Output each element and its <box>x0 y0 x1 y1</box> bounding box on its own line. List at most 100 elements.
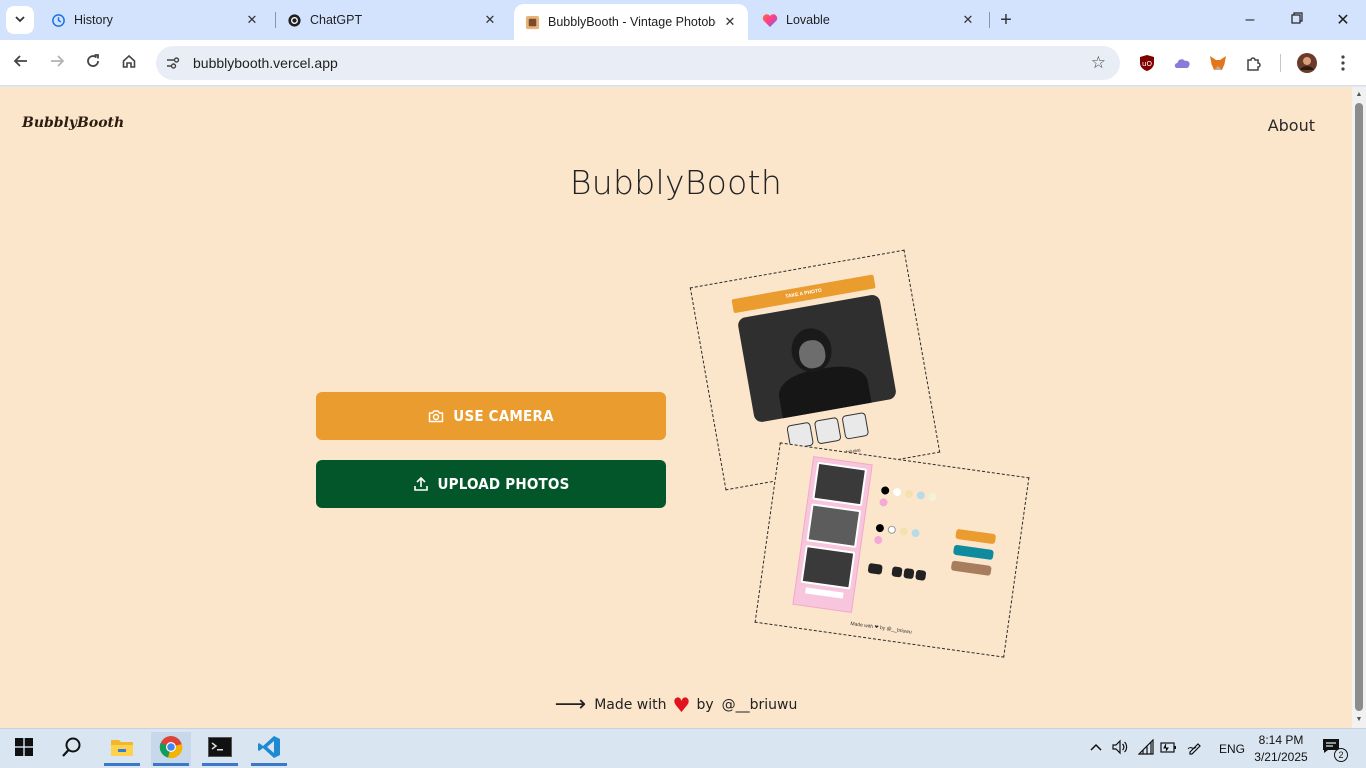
use-camera-button[interactable]: USE CAMERA <box>316 392 666 440</box>
notification-count-badge: 2 <box>1334 748 1348 762</box>
page-viewport: BubblyBooth About BubblyBooth USE CAMERA… <box>0 87 1352 728</box>
windows-taskbar: ENG 8:14 PM 3/21/2025 2 <box>0 728 1366 768</box>
by-text: by <box>696 697 714 713</box>
url-text: bubblybooth.vercel.app <box>193 55 338 71</box>
site-info-icon[interactable] <box>164 54 182 72</box>
close-icon: ✕ <box>1336 12 1350 29</box>
chevron-down-icon <box>14 13 26 28</box>
preview-download-pill <box>952 544 994 561</box>
upload-icon <box>413 476 429 492</box>
home-icon <box>121 53 137 74</box>
tab-lovable[interactable]: Lovable ✕ <box>752 4 986 36</box>
lovable-heart-icon <box>762 12 778 28</box>
customization-options-preview <box>864 468 951 606</box>
page-title: BubblyBooth <box>569 163 783 202</box>
svg-text:uO: uO <box>1142 60 1152 68</box>
ublock-extension-icon[interactable]: uO <box>1136 52 1158 74</box>
browser-menu-icon[interactable] <box>1332 52 1354 74</box>
bookmark-star-icon[interactable]: ☆ <box>1091 53 1106 73</box>
upload-photos-label: UPLOAD PHOTOS <box>437 475 570 493</box>
chatgpt-logo-icon <box>286 12 302 28</box>
arrow-right-icon: ⟶ <box>554 692 587 717</box>
preview-footer-text: Made with ❤ by @__briuwu <box>849 620 913 636</box>
photostrip-preview-card: Made with ❤ by @__briuwu <box>754 442 1030 658</box>
battery-icon[interactable] <box>1160 739 1178 758</box>
tab-title: Lovable <box>786 13 830 27</box>
preview-photo-pill <box>950 560 992 576</box>
search-icon <box>61 736 83 763</box>
taskbar-terminal[interactable] <box>200 732 240 766</box>
home-button[interactable] <box>116 50 142 76</box>
arrow-right-icon <box>49 53 65 74</box>
minimize-icon: – <box>1245 11 1255 28</box>
address-bar[interactable]: bubblybooth.vercel.app ☆ <box>156 46 1120 80</box>
bubblybooth-favicon-icon <box>524 14 540 30</box>
close-icon[interactable]: ✕ <box>244 12 260 28</box>
close-icon[interactable]: ✕ <box>482 12 498 28</box>
restore-icon <box>1291 11 1303 29</box>
clock-date: 3/21/2025 <box>1254 750 1308 764</box>
clock-time: 8:14 PM <box>1258 733 1304 747</box>
photostrip-preview <box>792 456 873 614</box>
history-icon <box>50 12 66 28</box>
taskbar-file-explorer[interactable] <box>102 732 142 766</box>
site-logo[interactable]: BubblyBooth <box>22 115 124 131</box>
pen-workspace-icon[interactable] <box>1187 739 1203 758</box>
tab-history[interactable]: History ✕ <box>40 4 270 36</box>
scrollbar-thumb[interactable] <box>1355 103 1363 711</box>
minimize-button[interactable]: – <box>1238 8 1262 32</box>
show-hidden-icons-chevron-icon[interactable] <box>1089 740 1103 755</box>
windows-logo-icon <box>15 737 33 761</box>
close-icon[interactable]: ✕ <box>722 14 738 30</box>
metamask-fox-icon[interactable] <box>1207 52 1229 74</box>
tab-strip: History ✕ ChatGPT ✕ BubblyBooth - Vintag… <box>0 0 1366 40</box>
search-button[interactable] <box>52 732 92 766</box>
chrome-icon <box>159 735 183 764</box>
taskbar-chrome[interactable] <box>151 732 191 766</box>
system-clock[interactable]: 8:14 PM 3/21/2025 <box>1252 732 1310 766</box>
plus-icon: + <box>1000 8 1012 31</box>
toolbar-divider <box>1280 54 1281 72</box>
restore-button[interactable] <box>1285 8 1309 32</box>
reload-icon <box>85 53 101 74</box>
terminal-icon <box>208 736 232 762</box>
made-with-text: Made with <box>594 697 667 713</box>
tab-title: ChatGPT <box>310 13 363 27</box>
forward-button[interactable] <box>44 50 70 76</box>
camera-icon <box>428 409 444 423</box>
back-button[interactable] <box>8 50 34 76</box>
volume-icon[interactable] <box>1112 739 1128 758</box>
page-scrollbar[interactable]: ▲ ▼ <box>1352 87 1366 728</box>
use-camera-label: USE CAMERA <box>453 407 554 425</box>
upload-photos-button[interactable]: UPLOAD PHOTOS <box>316 460 666 508</box>
new-tab-button[interactable]: + <box>994 9 1018 31</box>
tab-bubblybooth[interactable]: BubblyBooth - Vintage Photobo ✕ <box>514 4 748 40</box>
vscode-icon <box>257 735 281 764</box>
taskbar-vscode[interactable] <box>249 732 289 766</box>
start-button[interactable] <box>4 732 44 766</box>
about-link[interactable]: About <box>1268 116 1315 135</box>
footer-credit: ⟶ Made with ♥ by @__briuwu <box>0 693 1352 717</box>
author-handle-link[interactable]: @__briuwu <box>722 697 798 713</box>
heart-icon: ♥ <box>672 693 691 717</box>
scroll-down-arrow-icon[interactable]: ▼ <box>1355 716 1363 724</box>
folder-icon <box>110 737 134 762</box>
tab-chatgpt[interactable]: ChatGPT ✕ <box>276 4 508 36</box>
close-window-button[interactable]: ✕ <box>1331 8 1355 32</box>
network-icon[interactable] <box>1137 738 1154 758</box>
language-indicator[interactable]: ENG <box>1219 742 1245 756</box>
tab-divider <box>989 12 990 28</box>
tab-title: History <box>74 13 113 27</box>
notification-center-button[interactable]: 2 <box>1322 738 1348 762</box>
close-icon[interactable]: ✕ <box>960 12 976 28</box>
profile-avatar[interactable] <box>1296 52 1318 74</box>
cloud-extension-icon[interactable] <box>1172 52 1194 74</box>
preview-thumbnails <box>786 411 870 450</box>
extensions-puzzle-icon[interactable] <box>1243 52 1265 74</box>
scroll-up-arrow-icon[interactable]: ▲ <box>1355 91 1363 99</box>
browser-toolbar: bubblybooth.vercel.app ☆ uO <box>0 40 1366 86</box>
tab-title: BubblyBooth - Vintage Photobo <box>548 15 716 29</box>
reload-button[interactable] <box>80 50 106 76</box>
tab-search-button[interactable] <box>6 6 34 34</box>
preview-photo <box>736 293 898 424</box>
